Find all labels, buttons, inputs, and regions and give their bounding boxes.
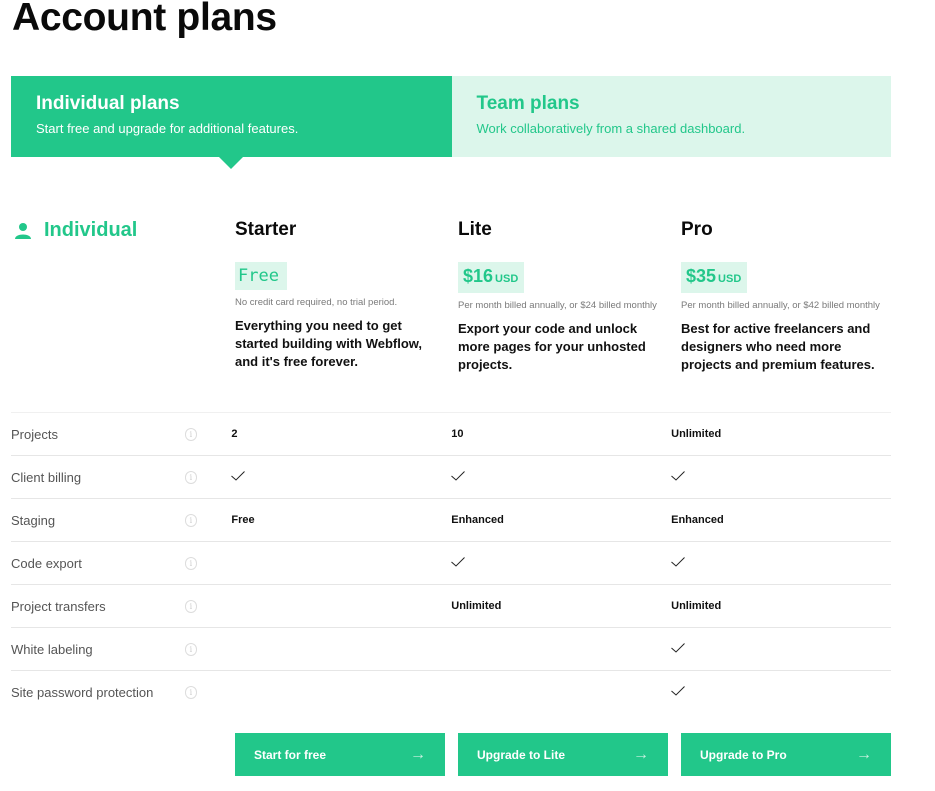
price-badge: $16 USD (458, 262, 525, 293)
feature-cell (671, 686, 891, 699)
tab-subtitle: Work collaboratively from a shared dashb… (476, 121, 746, 136)
upgrade-to-lite-button[interactable]: Upgrade to Lite → (458, 733, 668, 776)
price-badge: Free (235, 262, 287, 290)
button-label: Upgrade to Lite (477, 747, 566, 762)
feature-cell (231, 470, 451, 484)
cta-buttons: Start for free → Upgrade to Lite → Upgra… (235, 733, 891, 776)
feature-cell: Unlimited (671, 600, 722, 612)
plan-description: Everything you need to get started build… (235, 318, 423, 369)
checkmark-icon (671, 686, 685, 696)
feature-cell: Unlimited (451, 600, 502, 612)
feature-row: White labeling i (11, 628, 891, 671)
plan-name: Pro (681, 219, 713, 240)
feature-name: Staging (11, 512, 56, 528)
button-label: Upgrade to Pro (700, 747, 787, 762)
active-tab-pointer (219, 157, 243, 169)
info-icon[interactable]: i (184, 556, 198, 570)
button-label: Start for free (254, 747, 327, 762)
feature-name: Site password protection (11, 685, 154, 700)
plan-type-tabs: Individual plans Start free and upgrade … (11, 76, 891, 169)
feature-cell (671, 642, 891, 656)
feature-row: Site password protection i (11, 671, 891, 714)
section-label-individual: Individual (14, 219, 137, 242)
page-title: Account plans (12, 0, 277, 39)
feature-row: Code export i (11, 542, 891, 585)
feature-row: Client billing i (11, 456, 891, 499)
billing-note: No credit card required, no trial period… (235, 297, 398, 308)
feature-cell (451, 556, 671, 570)
price-currency: USD (718, 273, 742, 285)
feature-name: White labeling (11, 641, 93, 657)
upgrade-to-pro-button[interactable]: Upgrade to Pro → (681, 733, 891, 776)
price-amount: $35 (686, 266, 717, 286)
feature-cell (451, 470, 671, 484)
plan-name: Starter (235, 219, 297, 240)
price-currency: USD (495, 273, 519, 285)
checkmark-icon (671, 642, 685, 653)
info-icon[interactable]: i (184, 513, 198, 527)
tab-subtitle: Start free and upgrade for additional fe… (36, 121, 299, 136)
info-icon[interactable]: i (184, 642, 198, 656)
feature-cell: Enhanced (671, 514, 724, 526)
tab-team-plans[interactable]: Team plans Work collaboratively from a s… (450, 76, 891, 157)
checkmark-icon (451, 470, 466, 481)
plan-name: Lite (458, 219, 492, 240)
plan-description: Best for active freelancers and designer… (681, 321, 875, 372)
feature-cell: Enhanced (451, 514, 504, 526)
feature-cell: 10 (451, 428, 464, 440)
tab-individual-plans[interactable]: Individual plans Start free and upgrade … (11, 76, 451, 169)
checkmark-icon (671, 556, 685, 567)
plan-lite: Lite $16 USD Per month billed annually, o… (458, 219, 670, 374)
feature-row: Projects i 2 10 Unlimited (11, 413, 891, 456)
tab-title: Team plans (476, 93, 580, 114)
info-icon[interactable]: i (184, 599, 198, 613)
plan-pro: Pro $35 USD Per month billed annually, or… (681, 219, 893, 374)
user-icon (15, 222, 31, 239)
feature-name: Project transfers (11, 598, 106, 614)
arrow-right-icon: → (633, 745, 649, 763)
checkmark-icon (231, 470, 246, 481)
price-badge: $35 USD (681, 262, 748, 293)
price-amount: $16 (463, 266, 494, 286)
price-amount: Free (238, 266, 279, 286)
feature-cell: Free (231, 514, 255, 526)
checkmark-icon (671, 470, 685, 481)
feature-row: Project transfers i Unlimited Unlimited (11, 585, 891, 628)
arrow-right-icon: → (410, 745, 426, 763)
arrow-right-icon: → (856, 745, 872, 763)
info-icon[interactable]: i (184, 686, 198, 699)
billing-note: Per month billed annually, or $24 billed… (458, 300, 657, 311)
info-icon[interactable]: i (184, 470, 198, 484)
plan-description: Export your code and unlock more pages f… (458, 321, 646, 372)
feature-comparison-table: Projects i 2 10 Unlimited Client billing i Stag… (11, 412, 891, 714)
feature-cell: 2 (231, 428, 238, 440)
info-icon[interactable]: i (184, 427, 198, 441)
start-for-free-button[interactable]: Start for free → (235, 733, 445, 776)
billing-note: Per month billed annually, or $42 billed… (681, 300, 880, 311)
feature-name: Code export (11, 555, 82, 571)
section-label-text: Individual (44, 219, 138, 241)
feature-row: Staging i Free Enhanced Enhanced (11, 499, 891, 542)
feature-cell (671, 556, 891, 570)
checkmark-icon (451, 556, 466, 567)
feature-name: Projects (11, 426, 58, 442)
feature-name: Client billing (11, 469, 82, 485)
feature-cell: Unlimited (671, 428, 722, 440)
feature-cell (671, 470, 891, 484)
plan-starter: Starter Free No credit card required, no… (235, 219, 447, 371)
tab-title: Individual plans (36, 93, 180, 114)
